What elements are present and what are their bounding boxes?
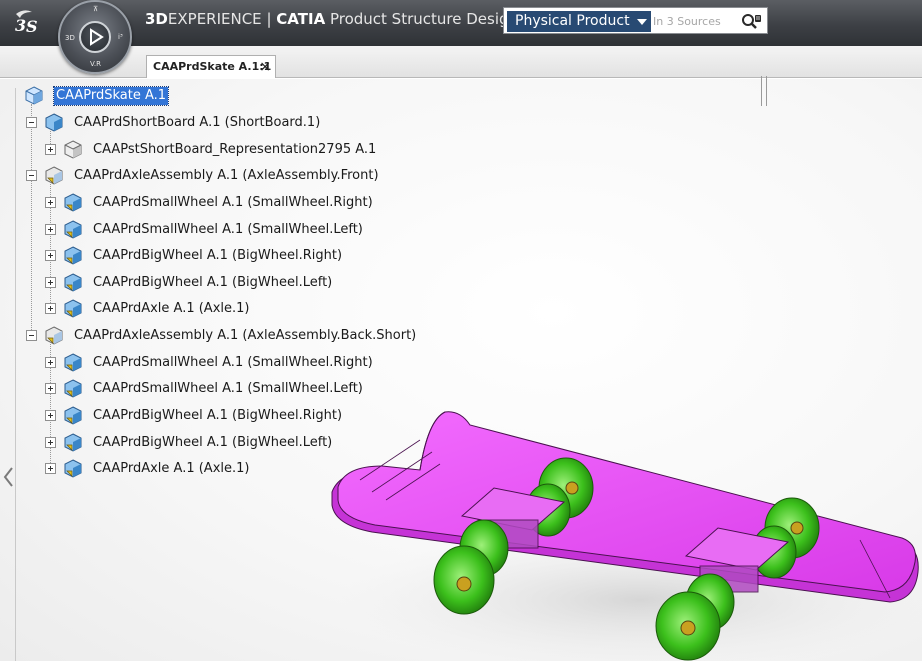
tree-node-label: CAAPrdSmallWheel A.1 (SmallWheel.Right) — [93, 355, 373, 370]
compass-3d-label: 3D — [65, 34, 75, 42]
part-icon — [64, 246, 82, 265]
expand-toggle[interactable] — [45, 224, 56, 235]
part-icon — [64, 433, 82, 452]
expand-toggle[interactable] — [45, 410, 56, 421]
search-scope-label: Physical Product — [515, 13, 630, 29]
compass-widget[interactable]: ⊼ 3D i³ V.R — [58, 0, 132, 74]
expand-toggle[interactable] — [45, 250, 56, 261]
tree-node-label: CAAPrdBigWheel A.1 (BigWheel.Right) — [93, 248, 343, 263]
product-icon — [45, 113, 63, 132]
tab-document[interactable]: CAAPrdSkate A.1:1 × — [146, 55, 276, 78]
play-icon — [90, 28, 104, 46]
search-input[interactable] — [652, 11, 732, 32]
tree-node-label: CAAPrdBigWheel A.1 (BigWheel.Right) — [93, 408, 343, 423]
compass-info-label: i³ — [118, 33, 123, 41]
part-icon — [64, 459, 82, 478]
expand-toggle[interactable] — [45, 197, 56, 208]
product-root-icon — [25, 86, 43, 105]
tree-node-label: CAAPrdSmallWheel A.1 (SmallWheel.Left) — [93, 222, 363, 237]
search-icon — [742, 14, 761, 29]
search-bar: Physical Product — [503, 7, 768, 34]
brand-3d: 3D — [145, 10, 168, 28]
expand-toggle[interactable] — [45, 383, 56, 394]
compass-top-label: ⊼ — [93, 5, 99, 13]
tree-node-label: CAAPrdAxle A.1 (Axle.1) — [93, 461, 250, 476]
part-icon — [64, 353, 82, 372]
compass-vr-label: V.R — [90, 60, 101, 68]
expand-toggle[interactable] — [45, 357, 56, 368]
collapse-toggle[interactable] — [26, 330, 37, 341]
tree-node-label: CAAPrdSmallWheel A.1 (SmallWheel.Right) — [93, 195, 373, 210]
collapse-toggle[interactable] — [26, 117, 37, 128]
representation-icon — [64, 140, 82, 159]
svg-text:3: 3 — [15, 16, 26, 35]
search-scope-dropdown[interactable]: Physical Product — [507, 11, 651, 32]
expand-panel-button[interactable] — [0, 462, 16, 492]
tree-node-label: CAAPrdBigWheel A.1 (BigWheel.Left) — [93, 435, 333, 450]
brand-separator: | — [266, 10, 272, 28]
expand-toggle[interactable] — [45, 437, 56, 448]
collapse-toggle[interactable] — [26, 170, 37, 181]
tree-node-label: CAAPrdShortBoard A.1 (ShortBoard.1) — [74, 115, 321, 130]
tree-node-label: CAAPrdSmallWheel A.1 (SmallWheel.Left) — [93, 381, 363, 396]
dassault-systemes-logo[interactable]: 3 S — [10, 6, 44, 38]
part-icon — [64, 193, 82, 212]
part-icon — [64, 379, 82, 398]
tree-connector — [31, 104, 32, 336]
play-button[interactable] — [79, 21, 111, 53]
tree-node-label: CAAPrdBigWheel A.1 (BigWheel.Left) — [93, 275, 333, 290]
chevron-down-icon — [637, 19, 647, 25]
part-icon — [64, 299, 82, 318]
close-icon[interactable]: × — [259, 56, 271, 78]
assembly-icon — [45, 326, 63, 345]
tree-node-label: CAAPrdAxleAssembly A.1 (AxleAssembly.Fro… — [74, 168, 379, 183]
tree-node-label: CAAPstShortBoard_Representation2795 A.1 — [93, 142, 377, 157]
document-tab-strip — [0, 46, 922, 78]
part-icon — [64, 220, 82, 239]
part-icon — [64, 406, 82, 425]
svg-text:S: S — [26, 17, 38, 36]
brand-app-name: Product Structure Design — [329, 10, 519, 28]
search-button[interactable] — [738, 11, 764, 32]
assembly-icon — [45, 166, 63, 185]
tree-splitter[interactable] — [761, 76, 767, 106]
app-title: 3DEXPERIENCE | CATIA Product Structure D… — [145, 10, 518, 28]
tree-node-label: CAAPrdAxle A.1 (Axle.1) — [93, 301, 250, 316]
expand-toggle[interactable] — [45, 277, 56, 288]
expand-toggle[interactable] — [45, 303, 56, 314]
part-icon — [64, 273, 82, 292]
chevron-left-icon — [3, 467, 13, 487]
expand-toggle[interactable] — [45, 144, 56, 155]
expand-toggle[interactable] — [45, 463, 56, 474]
side-panel-border — [15, 88, 16, 661]
tree-root-label: CAAPrdSkate A.1 — [52, 86, 170, 106]
brand-catia: CATIA — [276, 10, 326, 28]
tab-document-label: CAAPrdSkate A.1:1 — [153, 60, 272, 73]
brand-experience: EXPERIENCE — [167, 10, 262, 28]
tree-node-label: CAAPrdAxleAssembly A.1 (AxleAssembly.Bac… — [74, 328, 417, 343]
